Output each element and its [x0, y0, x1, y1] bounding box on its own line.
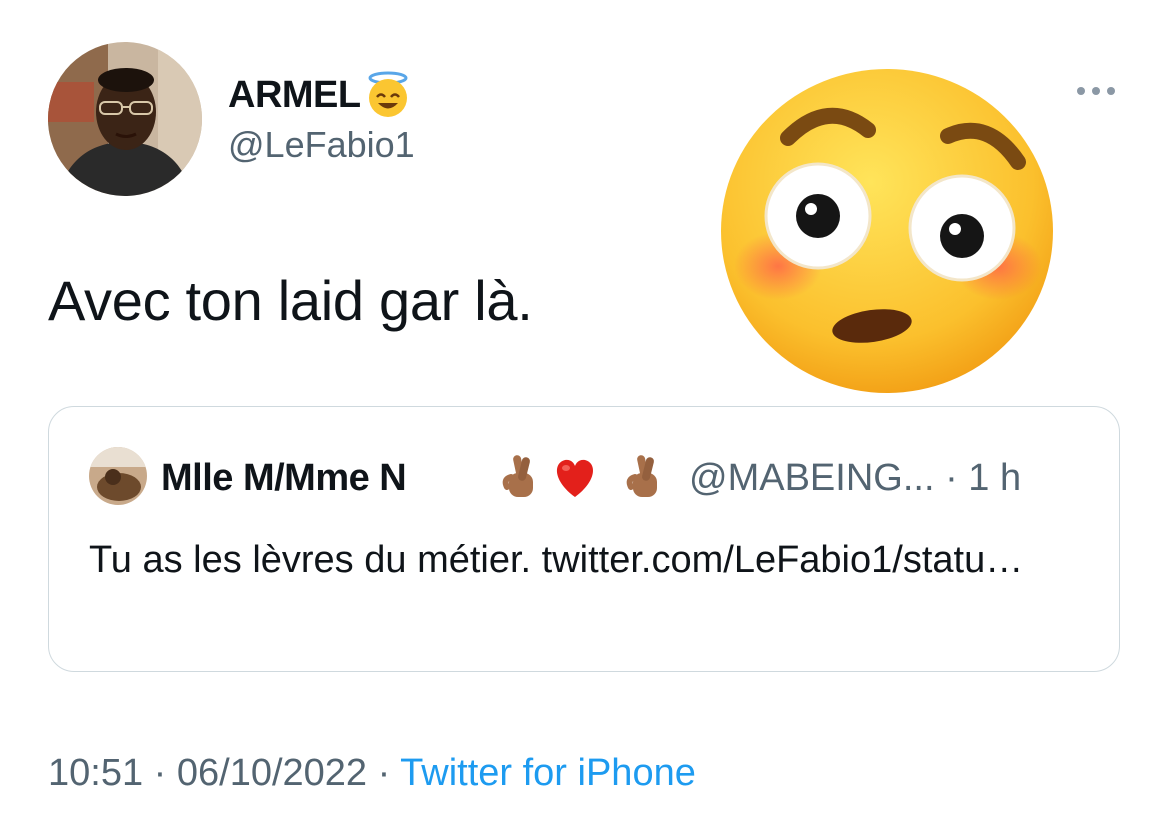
crossed-fingers-icon	[502, 455, 533, 497]
red-heart-icon	[556, 459, 594, 497]
tweet-date[interactable]: 06/10/2022	[177, 752, 367, 794]
tweet-metadata: 10:51 · 06/10/2022 · Twitter for iPhone	[48, 752, 696, 795]
flushed-face-icon	[721, 69, 1053, 393]
smiling-face-with-halo-icon	[368, 71, 408, 117]
separator-dot: ·	[153, 752, 177, 794]
tweet-text: Avec ton laid gar là.	[48, 269, 533, 332]
separator-dot: ·	[945, 457, 969, 499]
quote-author-avatar[interactable]	[89, 447, 147, 505]
avatar-photo	[48, 42, 202, 196]
crossed-fingers-icon	[626, 455, 657, 497]
author-avatar[interactable]	[48, 42, 202, 196]
separator-dot: ·	[377, 752, 401, 794]
author-name[interactable]: ARMEL	[228, 70, 413, 120]
author-handle[interactable]: @LeFabio1	[228, 124, 415, 166]
more-dot-icon	[1092, 87, 1100, 95]
quoted-tweet-card[interactable]: Mlle M/Mme N @MABEING... · 1 h Tu as les…	[48, 406, 1120, 672]
quote-time: 1 h	[968, 457, 1022, 499]
tweet-time[interactable]: 10:51	[48, 752, 143, 794]
quote-avatar-photo	[89, 447, 147, 505]
more-dot-icon	[1077, 87, 1085, 95]
quote-text: Tu as les lèvres du métier. twitter.com/…	[89, 539, 1024, 581]
quote-handle-and-time: @MABEING... · 1 h	[689, 457, 1021, 500]
more-options-button[interactable]	[1073, 80, 1119, 102]
quote-author-handle[interactable]: @MABEING...	[689, 457, 935, 499]
quote-author-name[interactable]: Mlle M/Mme N	[161, 457, 407, 500]
tweet: ARMEL @LeFabio1 Avec ton laid gar là. Ml…	[0, 0, 1169, 826]
more-dot-icon	[1107, 87, 1115, 95]
tweet-source-link[interactable]: Twitter for iPhone	[400, 752, 696, 794]
author-name-text: ARMEL	[228, 73, 361, 116]
